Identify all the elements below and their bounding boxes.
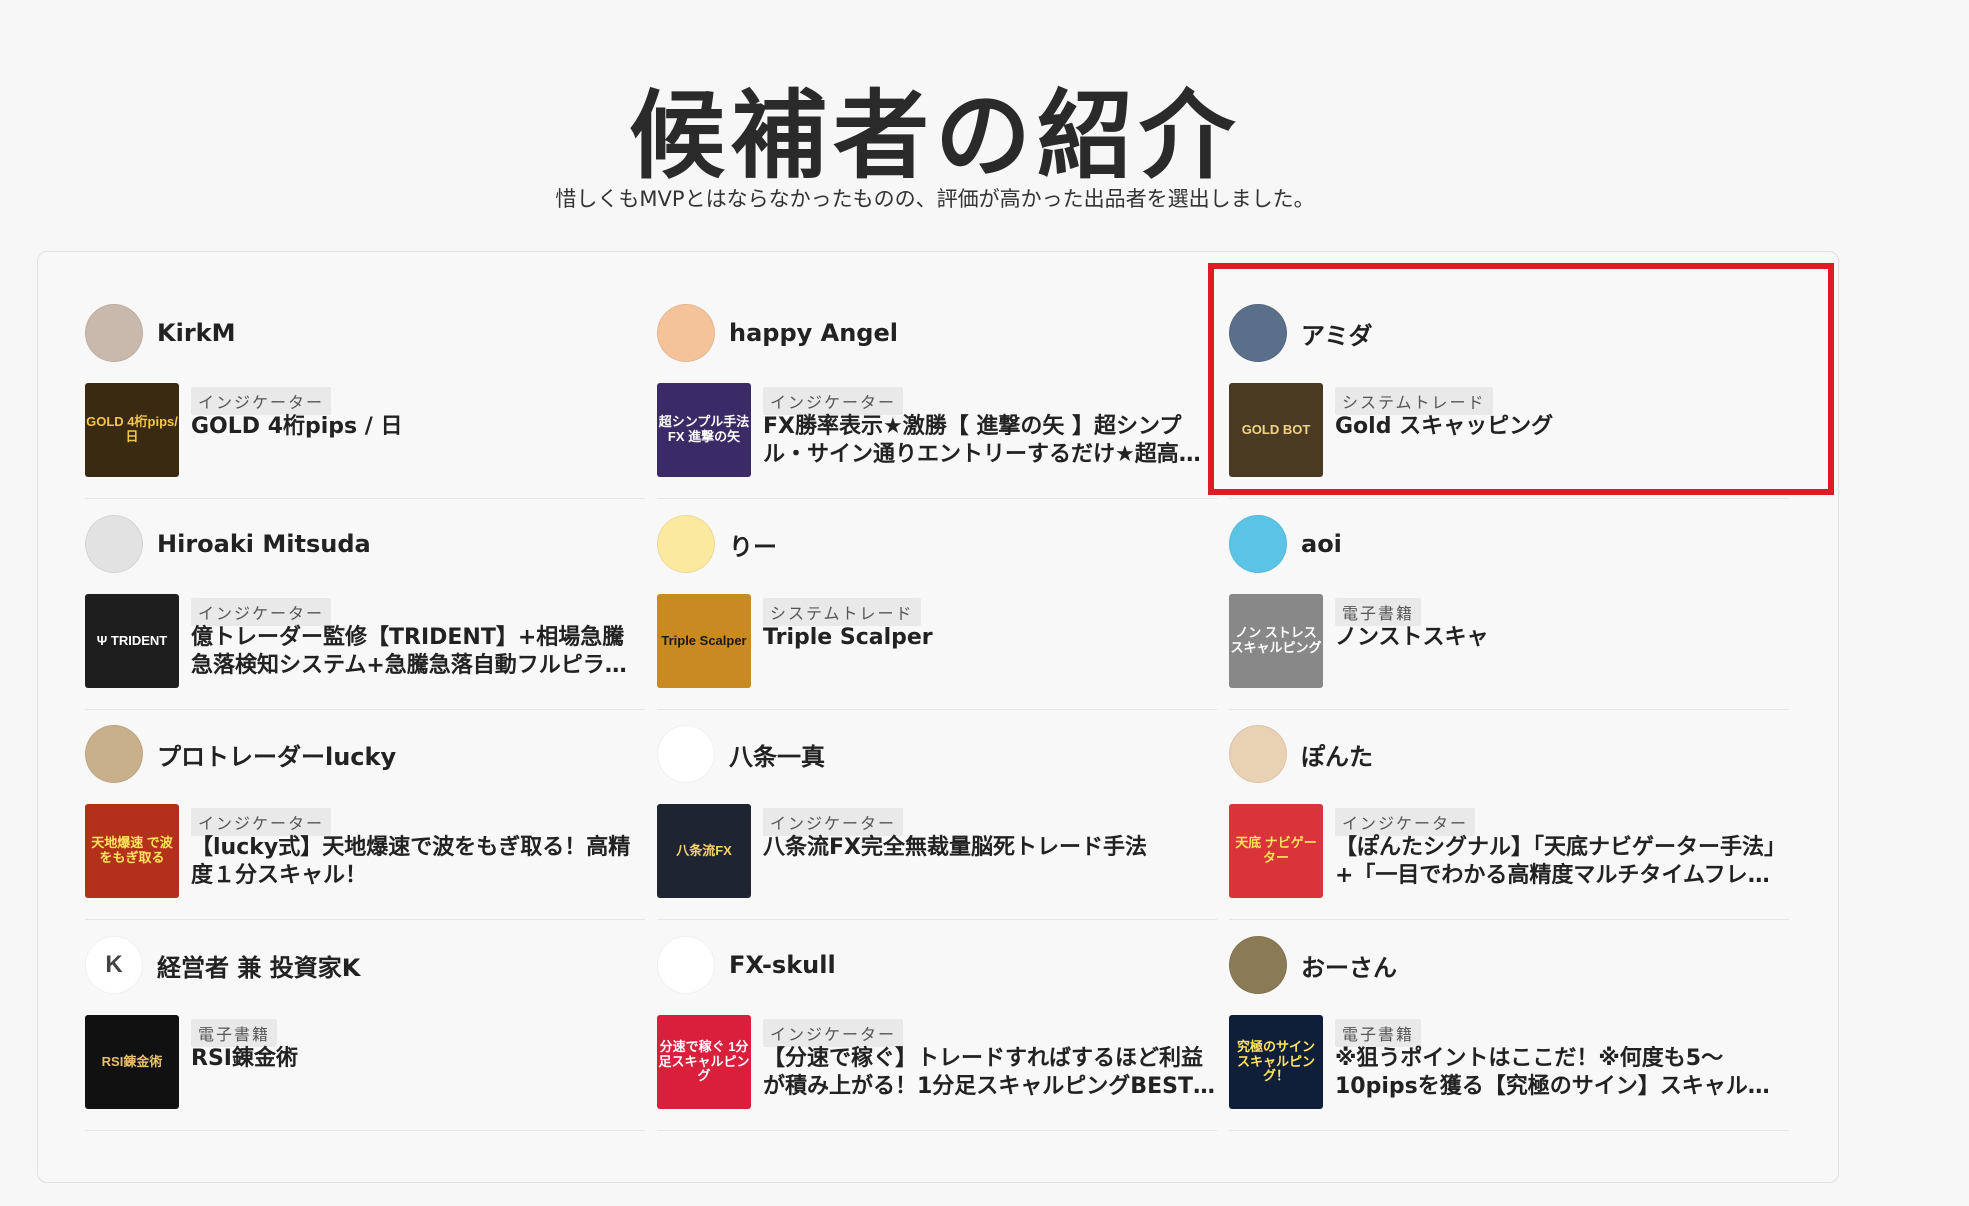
user-photo-icon[interactable] — [85, 304, 143, 362]
seller-name[interactable]: プロトレーダーlucky — [157, 737, 396, 772]
seller-name[interactable]: 八条一真 — [729, 737, 825, 772]
seller-link[interactable]: aoi — [1229, 513, 1342, 575]
candidate-card[interactable]: FX-skull 分速で稼ぐ 1分足スキャルピング インジケーター 【分速で稼ぐ】トレ… — [657, 919, 1217, 1131]
product-title-link[interactable]: GOLD 4桁pips / 日 — [191, 413, 645, 441]
product-thumbnail[interactable]: 究極のサイン スキャルピング！ — [1229, 1015, 1323, 1109]
candidate-card[interactable]: aoi ノン ストレス スキャルピング 電子書籍 ノンストスキャ — [1229, 498, 1789, 710]
product-thumbnail[interactable]: Triple Scalper — [657, 594, 751, 688]
seller-name[interactable]: りー — [729, 527, 777, 562]
candidate-card[interactable]: Hiroaki Mitsuda Ψ TRIDENT インジケーター 億トレーダー監修【… — [85, 498, 645, 710]
seller-link[interactable]: Hiroaki Mitsuda — [85, 513, 371, 575]
page-subtitle: 惜しくもMVPとはならなかったものの、評価が高かった出品者を選出しました。 — [555, 187, 1315, 211]
cartoon-girl-icon[interactable] — [657, 304, 715, 362]
seller-name[interactable]: ぽんた — [1301, 737, 1373, 772]
seller-link[interactable]: KirkM — [85, 302, 236, 364]
product-thumbnail[interactable]: Ψ TRIDENT — [85, 594, 179, 688]
candidate-card[interactable]: りー Triple Scalper システムトレード Triple Scalper — [657, 498, 1217, 710]
category-badge: インジケーター — [763, 1019, 904, 1047]
category-badge: 電子書籍 — [191, 1019, 278, 1047]
product-thumbnail[interactable]: 超シンプル手法 FX 進撃の矢 — [657, 383, 751, 477]
seller-link[interactable]: おーさん — [1229, 934, 1397, 996]
category-badge: インジケーター — [763, 387, 904, 415]
product-title-link[interactable]: 八条流FX完全無裁量脳死トレード手法 — [763, 834, 1217, 862]
product-title-link[interactable]: 【分速で稼ぐ】トレードすればするほど利益が積み上がる！1分足スキャルピングBES… — [763, 1045, 1217, 1101]
category-badge: インジケーター — [191, 387, 332, 415]
raccoon-character-icon[interactable] — [1229, 936, 1287, 994]
product-title-link[interactable]: ノンストスキャ — [1335, 624, 1789, 652]
category-badge: システムトレード — [763, 598, 921, 626]
candidate-card[interactable]: KirkM GOLD 4桁pips/日 インジケーター GOLD 4桁pips / 日 — [85, 287, 645, 499]
product-thumbnail[interactable]: 分速で稼ぐ 1分足スキャルピング — [657, 1015, 751, 1109]
seller-link[interactable]: ぽんた — [1229, 723, 1373, 785]
product-thumbnail[interactable]: ノン ストレス スキャルピング — [1229, 594, 1323, 688]
seller-link[interactable]: 八条一真 — [657, 723, 825, 785]
seller-name[interactable]: aoi — [1301, 530, 1342, 558]
seller-link[interactable]: FX-skull — [657, 934, 836, 996]
product-title-link[interactable]: FX勝率表示★激勝【 進撃の矢 】超シンプル・サイン通りエントリーするだけ★超高… — [763, 413, 1217, 469]
highlight-box — [1208, 263, 1834, 495]
product-thumbnail[interactable]: 天地爆速 で波をもぎ取る — [85, 804, 179, 898]
seller-name[interactable]: FX-skull — [729, 951, 836, 979]
default-user-icon[interactable] — [85, 515, 143, 573]
product-thumbnail[interactable]: GOLD 4桁pips/日 — [85, 383, 179, 477]
product-thumbnail[interactable]: RSI錬金術 — [85, 1015, 179, 1109]
letter-k-logo-icon[interactable]: K — [85, 936, 143, 994]
seller-name[interactable]: Hiroaki Mitsuda — [157, 530, 371, 558]
product-title-link[interactable]: 【lucky式】天地爆速で波をもぎ取る！高精度１分スキャル！ — [191, 834, 645, 890]
candidate-card[interactable]: 八条一真八条流FX インジケーター 八条流FX完全無裁量脳死トレード手法 — [657, 708, 1217, 920]
candidate-card[interactable]: K 経営者 兼 投資家K RSI錬金術 電子書籍 RSI錬金術 — [85, 919, 645, 1131]
candidate-card[interactable]: happy Angel 超シンプル手法 FX 進撃の矢 インジケーター FX勝率表示★… — [657, 287, 1217, 499]
category-badge: 電子書籍 — [1335, 598, 1422, 626]
candidate-card[interactable]: プロトレーダーlucky 天地爆速 で波をもぎ取る インジケーター 【lucky式】天… — [85, 708, 645, 920]
seller-name[interactable]: happy Angel — [729, 319, 898, 347]
raccoon-character-icon[interactable] — [1229, 725, 1287, 783]
product-title-link[interactable]: ※狙うポイントはここだ！※何度も5〜10pipsを獲る【究極のサイン】スキャルピ… — [1335, 1045, 1789, 1101]
seller-name[interactable]: KirkM — [157, 319, 236, 347]
candidate-card[interactable]: おーさん究極のサイン スキャルピング！ 電子書籍 ※狙うポイントはここだ！※何度も5… — [1229, 919, 1789, 1131]
seller-name[interactable]: おーさん — [1301, 948, 1397, 983]
seller-link[interactable]: K 経営者 兼 投資家K — [85, 934, 360, 996]
category-badge: 電子書籍 — [1335, 1019, 1422, 1047]
product-title-link[interactable]: 億トレーダー監修【TRIDENT】+相場急騰急落検知システム+急騰急落自動フルピ… — [191, 624, 645, 680]
seller-link[interactable]: happy Angel — [657, 302, 898, 364]
seller-name[interactable]: 経営者 兼 投資家K — [157, 948, 360, 983]
product-title-link[interactable]: 【ぽんたシグナル】「天底ナビゲーター手法」+「一目でわかる高精度マルチタイムフレ… — [1335, 834, 1789, 890]
product-thumbnail[interactable]: 八条流FX — [657, 804, 751, 898]
default-user-icon[interactable] — [1229, 515, 1287, 573]
candidate-card[interactable]: ぽんた天底 ナビゲーター インジケーター 【ぽんたシグナル】「天底ナビゲーター手法」… — [1229, 708, 1789, 920]
category-badge: インジケーター — [1335, 808, 1476, 836]
masked-character-icon[interactable] — [657, 725, 715, 783]
product-thumbnail[interactable]: 天底 ナビゲーター — [1229, 804, 1323, 898]
chart-logo-icon[interactable] — [657, 936, 715, 994]
seller-link[interactable]: りー — [657, 513, 777, 575]
category-badge: インジケーター — [191, 808, 332, 836]
page-title: 候補者の紹介 — [629, 80, 1241, 192]
dog-photo-icon[interactable] — [85, 725, 143, 783]
category-badge: インジケーター — [763, 808, 904, 836]
product-title-link[interactable]: Triple Scalper — [763, 624, 1217, 652]
category-badge: インジケーター — [191, 598, 332, 626]
chick-character-icon[interactable] — [657, 515, 715, 573]
seller-link[interactable]: プロトレーダーlucky — [85, 723, 396, 785]
product-title-link[interactable]: RSI錬金術 — [191, 1045, 645, 1073]
